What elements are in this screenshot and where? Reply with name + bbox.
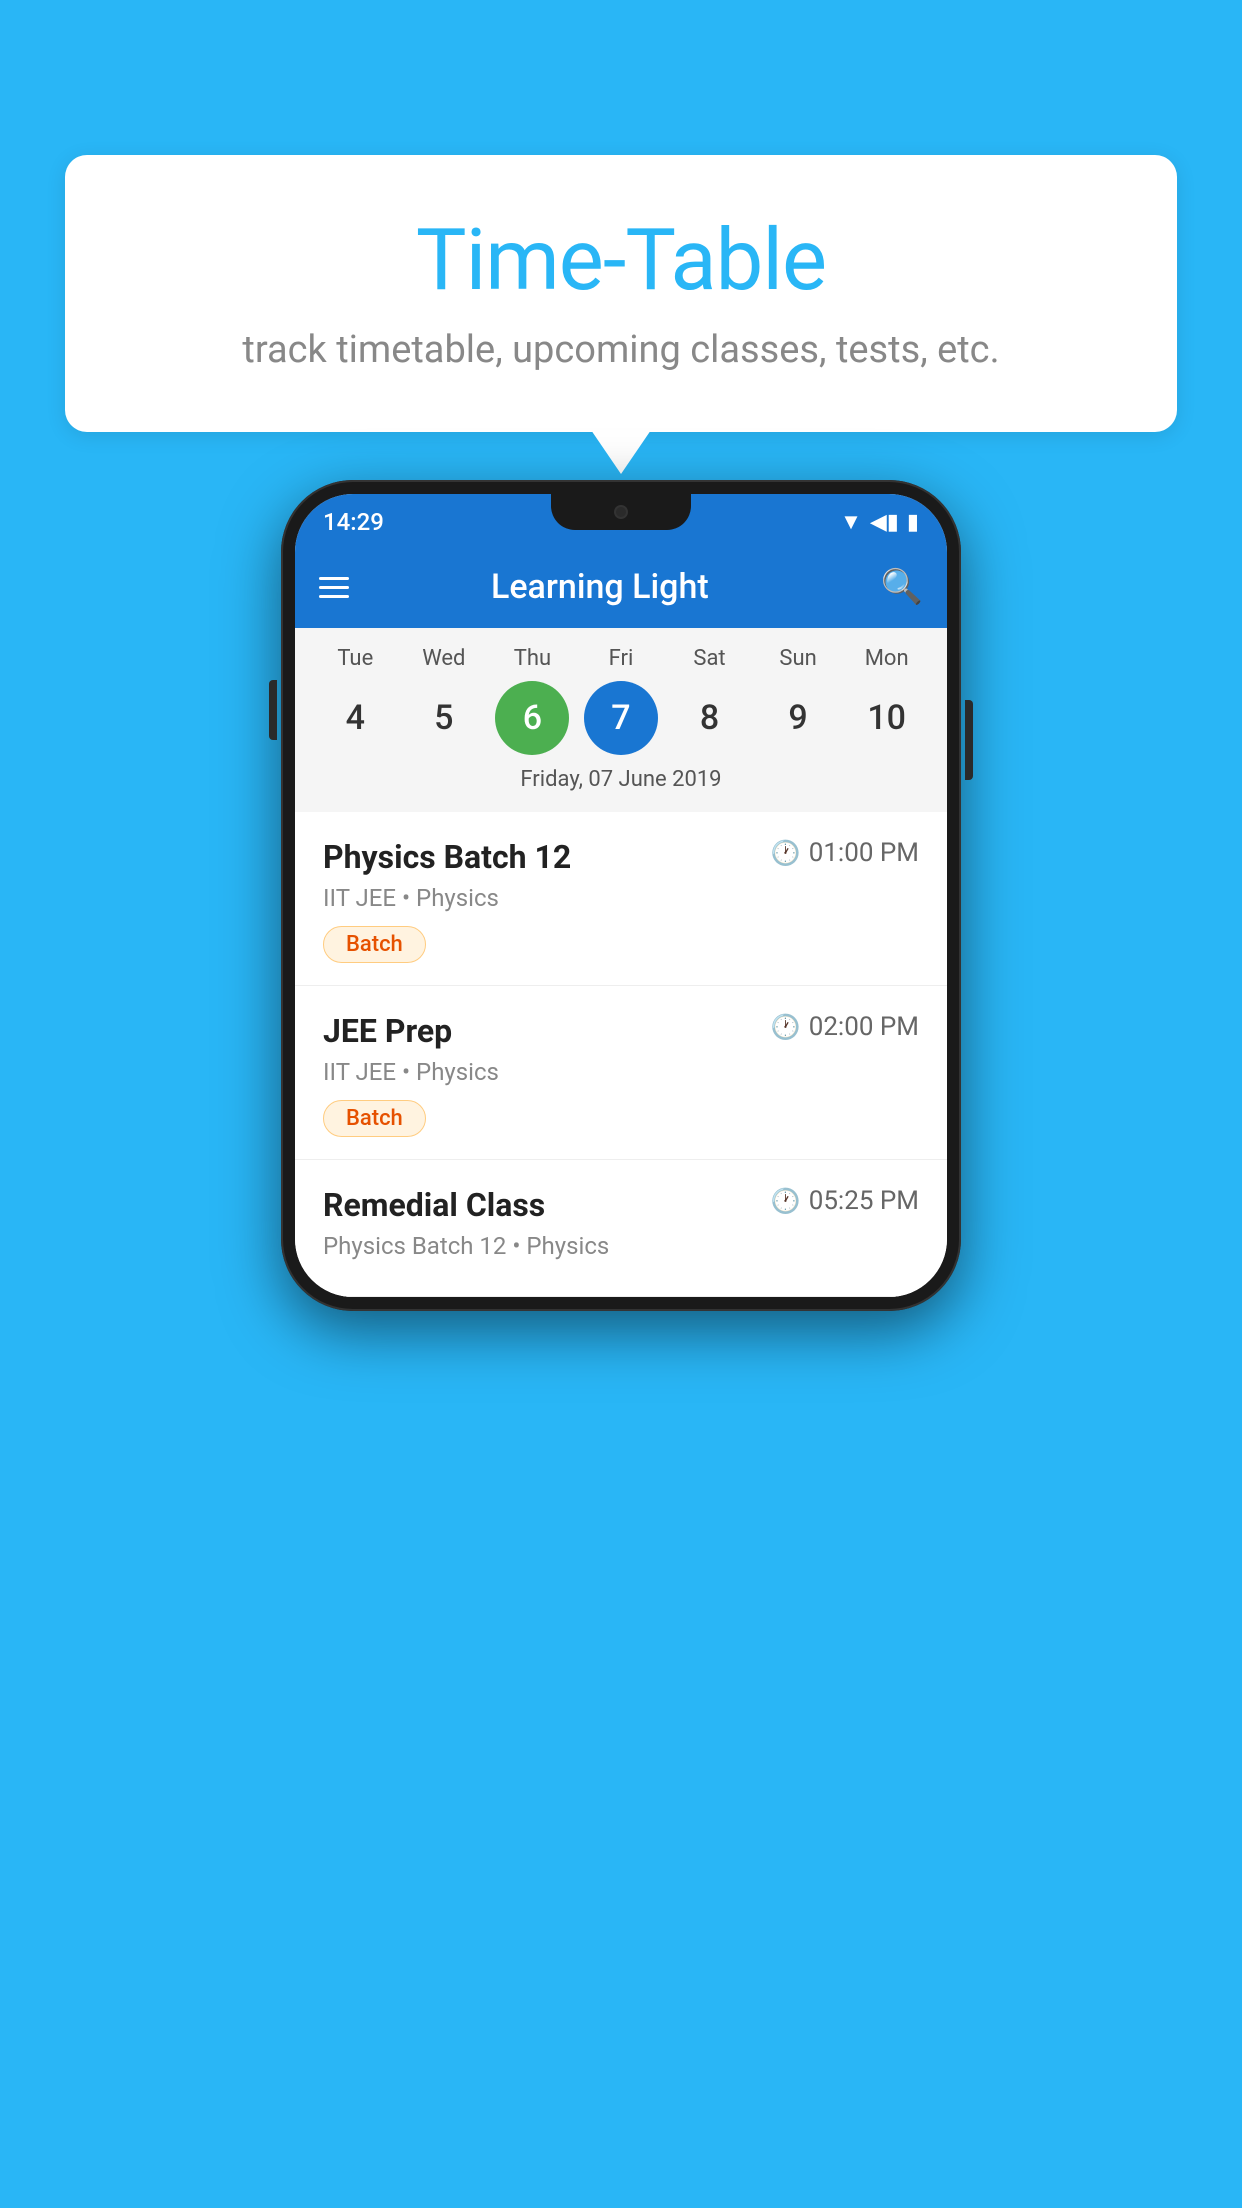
speech-bubble-container: Time-Table track timetable, upcoming cla…: [65, 155, 1177, 432]
schedule-title-1: Physics Batch 12: [323, 838, 571, 876]
day-10[interactable]: 10: [850, 681, 924, 755]
schedule-item-2[interactable]: JEE Prep 🕐 02:00 PM IIT JEE • Physics Ba…: [295, 986, 947, 1160]
day-8[interactable]: 8: [673, 681, 747, 755]
schedule-item-1[interactable]: Physics Batch 12 🕐 01:00 PM IIT JEE • Ph…: [295, 812, 947, 986]
camera-icon: [614, 505, 628, 519]
schedule-item-1-header: Physics Batch 12 🕐 01:00 PM: [323, 838, 919, 876]
day-4[interactable]: 4: [318, 681, 392, 755]
day-5[interactable]: 5: [407, 681, 481, 755]
day-header-mon: Mon: [850, 646, 924, 671]
day-9[interactable]: 9: [761, 681, 835, 755]
schedule-title-2: JEE Prep: [323, 1012, 452, 1050]
schedule-time-2: 🕐 02:00 PM: [771, 1012, 919, 1042]
day-numbers: 4 5 6 7 8 9 10: [295, 681, 947, 755]
time-value-1: 01:00 PM: [809, 838, 919, 868]
search-icon[interactable]: 🔍: [881, 567, 923, 607]
schedule-item-3[interactable]: Remedial Class 🕐 05:25 PM Physics Batch …: [295, 1160, 947, 1297]
schedule-meta-3: Physics Batch 12 • Physics: [323, 1232, 919, 1260]
schedule-list: Physics Batch 12 🕐 01:00 PM IIT JEE • Ph…: [295, 812, 947, 1297]
schedule-item-2-header: JEE Prep 🕐 02:00 PM: [323, 1012, 919, 1050]
phone-outer: 14:29 ▼ ◀▮ ▮ Learning Light 🔍: [281, 480, 961, 1311]
app-title: Learning Light: [369, 567, 831, 607]
selected-date-label: Friday, 07 June 2019: [295, 755, 947, 802]
time-value-3: 05:25 PM: [809, 1186, 919, 1216]
speech-bubble: Time-Table track timetable, upcoming cla…: [65, 155, 1177, 432]
menu-icon[interactable]: [319, 577, 349, 598]
phone-mockup: 14:29 ▼ ◀▮ ▮ Learning Light 🔍: [281, 480, 961, 1311]
day-header-sun: Sun: [761, 646, 835, 671]
app-bar: Learning Light 🔍: [295, 546, 947, 628]
day-header-sat: Sat: [673, 646, 747, 671]
day-6-today[interactable]: 6: [495, 681, 569, 755]
calendar-strip: Tue Wed Thu Fri Sat Sun Mon 4 5 6 7 8 9 …: [295, 628, 947, 812]
clock-icon-2: 🕐: [771, 1013, 801, 1041]
day-header-wed: Wed: [407, 646, 481, 671]
status-icons: ▼ ◀▮ ▮: [840, 509, 919, 535]
phone-screen: 14:29 ▼ ◀▮ ▮ Learning Light 🔍: [295, 494, 947, 1297]
schedule-meta-1: IIT JEE • Physics: [323, 884, 919, 912]
schedule-item-3-header: Remedial Class 🕐 05:25 PM: [323, 1186, 919, 1224]
schedule-meta-2: IIT JEE • Physics: [323, 1058, 919, 1086]
bubble-title: Time-Table: [125, 210, 1117, 310]
day-header-thu: Thu: [495, 646, 569, 671]
day-header-fri: Fri: [584, 646, 658, 671]
wifi-icon: ▼: [840, 509, 862, 535]
clock-icon-1: 🕐: [771, 839, 801, 867]
schedule-time-3: 🕐 05:25 PM: [771, 1186, 919, 1216]
schedule-title-3: Remedial Class: [323, 1186, 545, 1224]
bubble-subtitle: track timetable, upcoming classes, tests…: [125, 328, 1117, 372]
day-headers: Tue Wed Thu Fri Sat Sun Mon: [295, 646, 947, 671]
day-header-tue: Tue: [318, 646, 392, 671]
batch-badge-2: Batch: [323, 1100, 426, 1137]
signal-icon: ◀▮: [870, 510, 899, 535]
schedule-time-1: 🕐 01:00 PM: [771, 838, 919, 868]
batch-badge-1: Batch: [323, 926, 426, 963]
day-7-selected[interactable]: 7: [584, 681, 658, 755]
clock-icon-3: 🕐: [771, 1187, 801, 1215]
status-time: 14:29: [323, 508, 384, 536]
time-value-2: 02:00 PM: [809, 1012, 919, 1042]
phone-notch: [551, 494, 691, 530]
battery-icon: ▮: [907, 510, 919, 535]
